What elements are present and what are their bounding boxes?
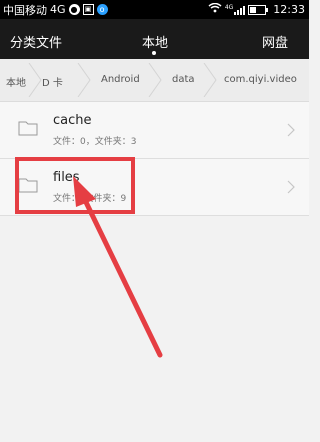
signal-label: 4G xyxy=(224,3,234,11)
folder-name: files xyxy=(53,170,80,185)
signal-icon: 4G xyxy=(224,3,246,15)
breadcrumb-item-package[interactable]: com.qiyi.video xyxy=(224,74,297,85)
breadcrumb-item-local[interactable]: 本地 xyxy=(6,74,26,89)
breadcrumb-separator-icon xyxy=(74,62,94,98)
folder-meta: 文件：，文件夹：9 xyxy=(53,194,127,204)
breadcrumb-separator-icon xyxy=(145,62,165,98)
tab-cloud[interactable]: 网盘 xyxy=(262,32,288,51)
breadcrumb-separator-icon xyxy=(200,62,220,98)
wechat-icon: ● xyxy=(68,4,80,15)
shield-icon: o xyxy=(96,4,108,15)
folder-name: cache xyxy=(53,113,92,128)
active-tab-indicator xyxy=(152,51,156,55)
tab-categories[interactable]: 分类文件 xyxy=(10,32,62,51)
chevron-right-icon xyxy=(287,122,295,137)
image-icon: ▣ xyxy=(82,4,94,15)
folder-icon xyxy=(18,177,38,193)
breadcrumb-item-data[interactable]: data xyxy=(172,74,195,85)
breadcrumb-item-sdcard[interactable]: D 卡 xyxy=(42,74,63,89)
status-bar: 中国移动 4G ● ▣ o 4G 12:33 xyxy=(0,0,309,19)
list-item-folder[interactable]: cache 文件：0，文件夹：3 xyxy=(0,102,309,159)
network-type: 4G xyxy=(50,3,66,16)
list-item-folder[interactable]: files 文件：，文件夹：9 xyxy=(0,159,309,216)
chevron-right-icon xyxy=(287,179,295,194)
carrier-label: 中国移动 xyxy=(3,3,47,17)
folder-meta: 文件：0，文件夹：3 xyxy=(53,137,137,147)
tab-local[interactable]: 本地 xyxy=(142,32,168,51)
folder-icon xyxy=(18,120,38,136)
tab-bar: 分类文件 本地 网盘 xyxy=(0,19,309,59)
wifi-icon xyxy=(208,2,222,16)
battery-icon xyxy=(248,4,269,15)
breadcrumb: 本地 D 卡 Android data com.qiyi.video xyxy=(0,59,309,102)
clock: 12:33 xyxy=(273,3,305,16)
breadcrumb-item-android[interactable]: Android xyxy=(101,74,140,85)
